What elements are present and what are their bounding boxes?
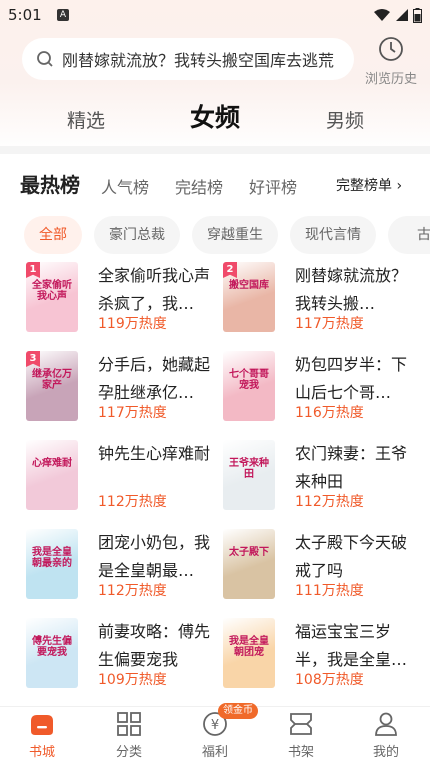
notification-icon: A [57,9,69,21]
book-title: 太子殿下今天破戒了吗 [295,533,408,580]
book-heat: 112万热度 [98,583,167,599]
book-title: 全家偷听我心声杀疯了，我… [98,266,211,313]
full-list-link[interactable]: 完整榜单 › [336,175,402,195]
book-cover: 七个哥哥宠我 [223,351,275,421]
cover-title: 七个哥哥宠我 [229,369,269,391]
section-divider [0,146,430,154]
book-cover: 2 搬空国库 [223,262,275,332]
nav-label: 书城 [28,745,55,760]
search-placeholder: 刚替嫁就流放？我转头搬空国库去逃荒 [62,51,335,70]
book-cover: 我是全皇朝团宠 [223,618,275,688]
book-heat: 117万热度 [295,316,364,332]
book-heat: 119万热度 [98,316,167,332]
book-title: 前妻攻略：傅先生偏要宠我 [98,622,211,669]
book-cover: 傅先生偏要宠我 [26,618,78,688]
book-item[interactable]: 2 搬空国库 刚替嫁就流放？我转头搬… 117万热度 [223,262,423,340]
book-item[interactable]: 3 继承亿万家产 分手后，她藏起孕肚继承亿… 117万热度 [26,351,226,429]
cover-title: 傅先生偏要宠我 [32,636,72,658]
nav-label: 书架 [287,745,314,760]
book-item[interactable]: 我是全皇朝团宠 福运宝宝三岁半，我是全皇… 108万热度 [223,618,423,696]
tab-top-rated[interactable]: 好评榜 [249,174,297,198]
cover-title: 王爷来种田 [229,458,269,480]
book-heat: 112万热度 [98,494,167,510]
history-button[interactable]: 浏览历史 [360,36,422,87]
book-item[interactable]: 傅先生偏要宠我 前妻攻略：傅先生偏要宠我 109万热度 [26,618,226,696]
book-cover: 3 继承亿万家产 [26,351,78,421]
book-title: 福运宝宝三岁半，我是全皇… [295,622,408,669]
nav-bookshelf[interactable]: 书架 [271,711,331,760]
book-heat: 108万热度 [295,672,364,688]
book-item[interactable]: 1 全家偷听我心声 全家偷听我心声杀疯了，我… 119万热度 [26,262,226,340]
channel-tabs: 精选 女频 男频 [0,96,430,136]
book-title: 分手后，她藏起孕肚继承亿… [98,355,211,402]
book-heat: 116万热度 [295,405,364,421]
status-bar: 5:01 A [0,0,430,30]
book-heat: 117万热度 [98,405,167,421]
cover-title: 搬空国库 [229,280,269,291]
book-title: 团宠小奶包，我是全皇朝最… [98,533,211,580]
chip-all[interactable]: 全部 [24,216,82,254]
nav-label: 分类 [115,745,142,760]
cover-title: 继承亿万家产 [32,369,72,391]
tab-completed[interactable]: 完结榜 [175,174,223,198]
bookstore-icon [31,715,53,735]
book-title: 刚替嫁就流放？我转头搬… [295,266,408,313]
nav-category[interactable]: 分类 [99,711,159,760]
book-item[interactable]: 七个哥哥宠我 奶包四岁半：下山后七个哥… 116万热度 [223,351,423,429]
nav-profile[interactable]: 我的 [356,711,416,760]
battery-icon [413,7,422,23]
search-icon [37,51,53,67]
coin-badge: 领金币 [218,703,258,719]
tab-female[interactable]: 女频 [190,98,240,134]
cover-title: 全家偷听我心声 [32,280,72,302]
bookshelf-icon [290,713,312,735]
book-title: 奶包四岁半：下山后七个哥… [295,355,408,402]
svg-text:¥: ¥ [211,718,219,733]
cover-title: 心痒难耐 [32,458,72,469]
book-cover: 心痒难耐 [26,440,78,510]
status-right [373,5,422,25]
user-icon [375,712,397,736]
search-bar[interactable]: 刚替嫁就流放？我转头搬空国库去逃荒 [22,38,354,80]
chip-modern-romance[interactable]: 现代言情 [290,216,376,254]
tab-featured[interactable]: 精选 [67,106,105,133]
book-cover: 我是全皇朝最亲的 [26,529,78,599]
category-chips: 全部 豪门总裁 穿越重生 现代言情 古代 [0,216,430,254]
nav-label: 我的 [372,745,399,760]
cover-title: 我是全皇朝最亲的 [32,547,72,569]
nav-label: 福利 [201,745,228,760]
book-item[interactable]: 我是全皇朝最亲的 团宠小奶包，我是全皇朝最… 112万热度 [26,529,226,607]
book-heat: 109万热度 [98,672,167,688]
chip-time-travel[interactable]: 穿越重生 [192,216,278,254]
bottom-navigation: 书城 分类 ¥ 福利 书架 我的 [0,706,430,764]
grid-icon [117,712,141,736]
rank-tag: 1 [26,262,40,278]
wifi-icon [374,9,390,21]
signal-icon [396,9,408,21]
book-cover: 1 全家偷听我心声 [26,262,78,332]
history-label: 浏览历史 [364,72,417,87]
chip-ancient[interactable]: 古代 [388,216,430,254]
tab-popularity[interactable]: 人气榜 [101,174,149,198]
book-title: 农门辣妻：王爷来种田 [295,444,408,491]
tab-male[interactable]: 男频 [326,106,364,133]
ranking-header: 最热榜 人气榜 完结榜 好评榜 完整榜单 › [0,166,430,202]
cover-title: 太子殿下 [229,547,269,558]
clock-icon [379,37,403,61]
book-cover: 太子殿下 [223,529,275,599]
status-time: 5:01 [8,6,42,24]
book-item[interactable]: 太子殿下 太子殿下今天破戒了吗 111万热度 [223,529,423,607]
book-item[interactable]: 心痒难耐 钟先生心痒难耐 112万热度 [26,440,226,518]
rank-tag: 3 [26,351,40,367]
book-cover: 王爷来种田 [223,440,275,510]
nav-bookstore[interactable]: 书城 [12,711,72,760]
book-title: 钟先生心痒难耐 [98,444,211,463]
book-item[interactable]: 王爷来种田 农门辣妻：王爷来种田 112万热度 [223,440,423,518]
rank-tag: 2 [223,262,237,278]
cover-title: 我是全皇朝团宠 [229,636,269,658]
book-heat: 112万热度 [295,494,364,510]
ranking-title: 最热榜 [20,173,80,197]
chip-ceo[interactable]: 豪门总裁 [94,216,180,254]
book-heat: 111万热度 [295,583,364,599]
